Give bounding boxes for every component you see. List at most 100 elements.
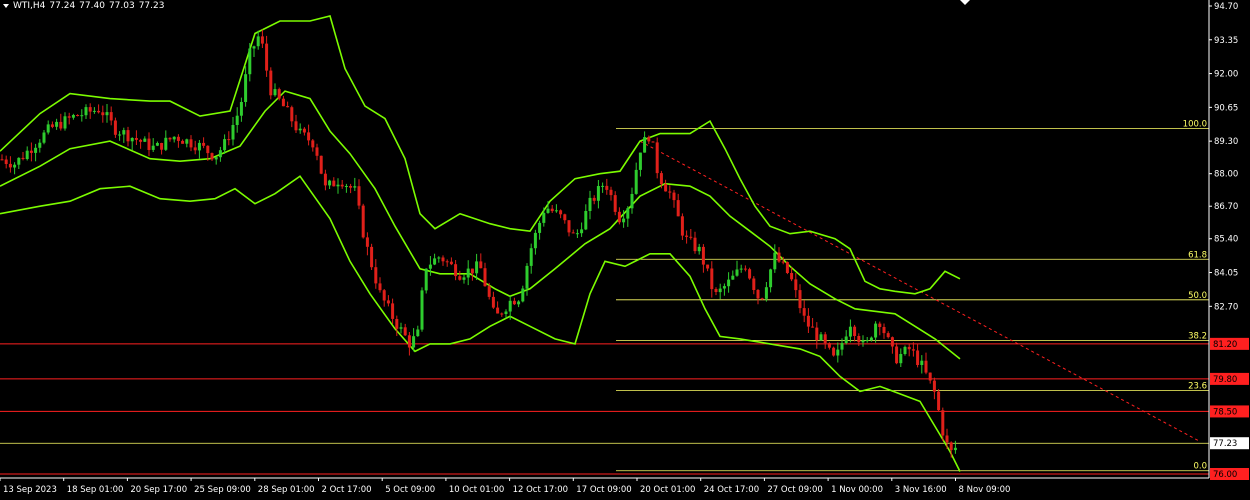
candle-body bbox=[798, 290, 802, 309]
candle-body bbox=[764, 287, 768, 299]
candle-body bbox=[349, 186, 353, 188]
x-tick-label: 18 Sep 01:00 bbox=[67, 485, 124, 495]
candle-body bbox=[365, 237, 369, 247]
candle-body bbox=[689, 236, 693, 238]
candle-body bbox=[920, 360, 924, 365]
y-tick-label: 88.00 bbox=[1214, 170, 1238, 180]
candle-body bbox=[160, 143, 164, 150]
x-tick-label: 17 Oct 09:00 bbox=[576, 485, 631, 495]
candle-body bbox=[147, 138, 151, 150]
candle-body bbox=[613, 195, 617, 212]
x-tick-label: 12 Oct 17:00 bbox=[513, 485, 568, 495]
candle-body bbox=[806, 315, 810, 327]
candle-body bbox=[685, 235, 689, 237]
candle-body bbox=[252, 46, 256, 49]
fib-level-label: 61.8 bbox=[1188, 250, 1207, 260]
x-tick-label: 5 Oct 09:00 bbox=[385, 485, 435, 495]
candle-body bbox=[819, 334, 823, 341]
candle-body bbox=[638, 152, 642, 170]
price-level-label: 81.20 bbox=[1213, 340, 1237, 350]
candle-body bbox=[143, 138, 147, 142]
candle-body bbox=[420, 290, 424, 330]
candle-body bbox=[496, 307, 500, 314]
candle-body bbox=[193, 147, 197, 151]
candle-body bbox=[17, 157, 21, 165]
candle-body bbox=[953, 447, 957, 451]
candles bbox=[0, 29, 957, 458]
candle-body bbox=[412, 336, 416, 348]
candle-body bbox=[491, 296, 495, 308]
candle-body bbox=[386, 300, 390, 304]
candle-body bbox=[546, 208, 550, 213]
candle-body bbox=[928, 372, 932, 381]
y-tick-label: 94.70 bbox=[1214, 2, 1238, 12]
candle-body bbox=[659, 173, 663, 185]
candle-body bbox=[571, 232, 575, 234]
candle-body bbox=[853, 326, 857, 336]
price-levels: 81.20 79.80 78.50 76.00 77.23 bbox=[0, 337, 1249, 480]
candle-body bbox=[777, 252, 781, 262]
candle-body bbox=[63, 116, 67, 129]
candle-body bbox=[244, 74, 248, 102]
candle-body bbox=[869, 337, 873, 341]
y-tick-label: 89.30 bbox=[1214, 137, 1238, 147]
candle-body bbox=[701, 246, 705, 265]
scroll-marker-icon[interactable] bbox=[960, 0, 970, 5]
x-tick-label: 28 Sep 01:00 bbox=[258, 485, 315, 495]
candle-body bbox=[34, 147, 38, 153]
candle-body bbox=[197, 142, 201, 151]
candle-body bbox=[769, 269, 773, 288]
candle-body bbox=[84, 107, 88, 116]
candle-body bbox=[848, 326, 852, 337]
candle-body bbox=[706, 264, 710, 269]
candle-body bbox=[622, 218, 626, 223]
fib-level-label: 50.0 bbox=[1188, 291, 1207, 301]
candle-body bbox=[781, 261, 785, 263]
candle-body bbox=[4, 159, 8, 164]
candle-body bbox=[281, 98, 285, 107]
candle-body bbox=[164, 137, 168, 150]
candle-body bbox=[605, 185, 609, 190]
candle-body bbox=[235, 115, 239, 125]
candle-body bbox=[391, 303, 395, 319]
candle-body bbox=[542, 212, 546, 223]
fib-level-label: 0.0 bbox=[1193, 462, 1207, 472]
candle-body bbox=[8, 163, 12, 168]
candle-body bbox=[202, 142, 206, 146]
candle-body bbox=[71, 115, 75, 118]
candle-body bbox=[151, 145, 155, 150]
candle-body bbox=[206, 145, 210, 154]
candle-body bbox=[651, 141, 655, 143]
candle-body bbox=[672, 192, 676, 201]
candle-body bbox=[218, 150, 222, 158]
candle-body bbox=[445, 261, 449, 263]
x-tick-label: 13 Sep 2023 bbox=[3, 485, 57, 495]
candle-body bbox=[932, 380, 936, 392]
candle-body bbox=[731, 275, 735, 280]
candle-body bbox=[567, 220, 571, 233]
candle-body bbox=[811, 326, 815, 328]
candle-body bbox=[475, 261, 479, 274]
candle-body bbox=[907, 346, 911, 350]
candle-body bbox=[214, 157, 218, 160]
candle-body bbox=[231, 125, 235, 140]
candle-body bbox=[580, 229, 584, 234]
candle-body bbox=[630, 194, 634, 209]
candle-body bbox=[76, 115, 80, 116]
candle-body bbox=[626, 208, 630, 219]
candle-body bbox=[479, 261, 483, 269]
candle-body bbox=[512, 300, 516, 305]
candle-body bbox=[874, 323, 878, 338]
candle-body bbox=[676, 200, 680, 217]
candle-body bbox=[664, 184, 668, 192]
candle-body bbox=[395, 319, 399, 329]
candle-body bbox=[832, 347, 836, 356]
candle-body bbox=[97, 110, 101, 113]
candle-body bbox=[449, 261, 453, 265]
candle-body bbox=[596, 186, 600, 201]
price-chart[interactable]: 81.20 79.80 78.50 76.00 77.23 100.0 61.8 50.0 3… bbox=[0, 0, 1250, 500]
candle-body bbox=[794, 279, 798, 291]
candle-body bbox=[680, 216, 684, 236]
candle-body bbox=[307, 132, 311, 141]
candle-body bbox=[584, 211, 588, 230]
